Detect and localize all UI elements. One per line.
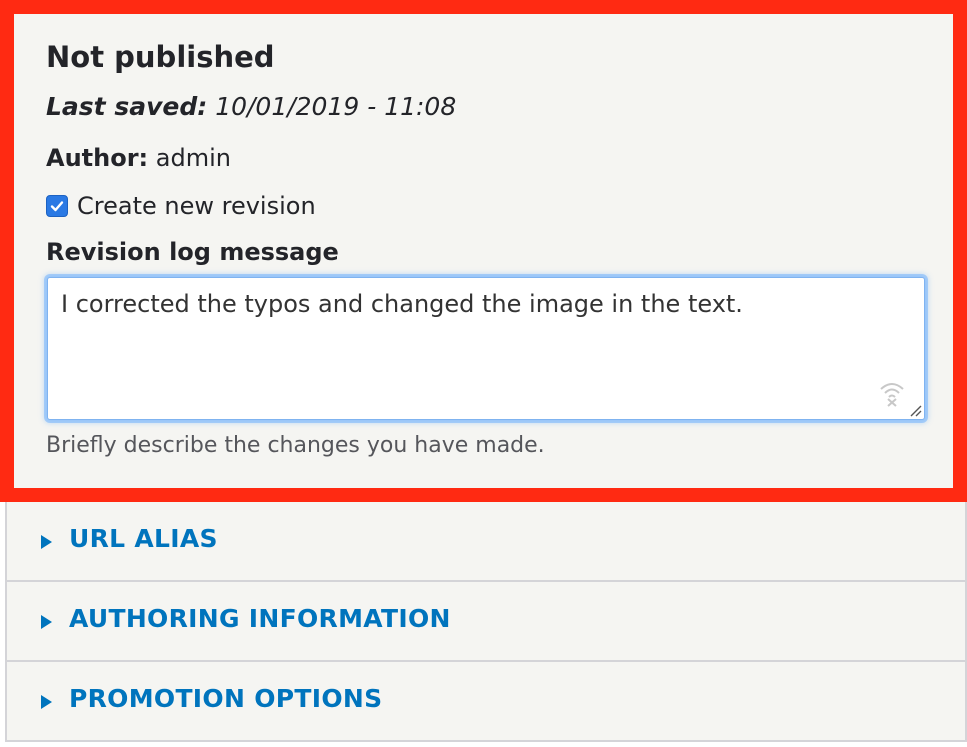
revision-log-textarea[interactable]: I corrected the typos and changed the im…: [47, 277, 925, 420]
accordion-promotion-options-label[interactable]: PROMOTION OPTIONS: [69, 684, 382, 713]
last-saved-value: 10/01/2019 - 11:08: [215, 92, 457, 121]
accordion-promotion-options[interactable]: PROMOTION OPTIONS: [5, 662, 967, 742]
revision-log-label: Revision log message: [46, 238, 339, 266]
accordion-url-alias[interactable]: URL ALIAS: [5, 502, 967, 582]
revision-log-description: Briefly describe the changes you have ma…: [46, 433, 545, 458]
last-saved-line: Last saved: 10/01/2019 - 11:08: [46, 92, 456, 121]
triangle-right-icon: [41, 695, 52, 709]
resize-grip-icon[interactable]: [908, 403, 922, 417]
autofill-icon[interactable]: [878, 379, 906, 407]
author-line: Author: admin: [46, 144, 231, 172]
author-value: admin: [155, 144, 231, 172]
create-revision-label: Create new revision: [77, 192, 316, 220]
accordion-url-alias-label[interactable]: URL ALIAS: [69, 524, 218, 553]
checkmark-icon: [50, 201, 64, 212]
author-label: Author:: [46, 144, 149, 172]
triangle-right-icon: [41, 535, 52, 549]
accordion-authoring-information-label[interactable]: AUTHORING INFORMATION: [69, 604, 451, 633]
last-saved-label: Last saved:: [46, 92, 208, 121]
node-edit-sidebar: Not published Last saved: 10/01/2019 - 1…: [0, 0, 967, 747]
create-revision-checkbox[interactable]: [46, 195, 68, 217]
publish-status-title: Not published: [46, 40, 275, 74]
create-revision-option[interactable]: Create new revision: [46, 192, 316, 220]
revision-log-value: I corrected the typos and changed the im…: [61, 290, 743, 318]
triangle-right-icon: [41, 615, 52, 629]
accordion-authoring-information[interactable]: AUTHORING INFORMATION: [5, 582, 967, 662]
